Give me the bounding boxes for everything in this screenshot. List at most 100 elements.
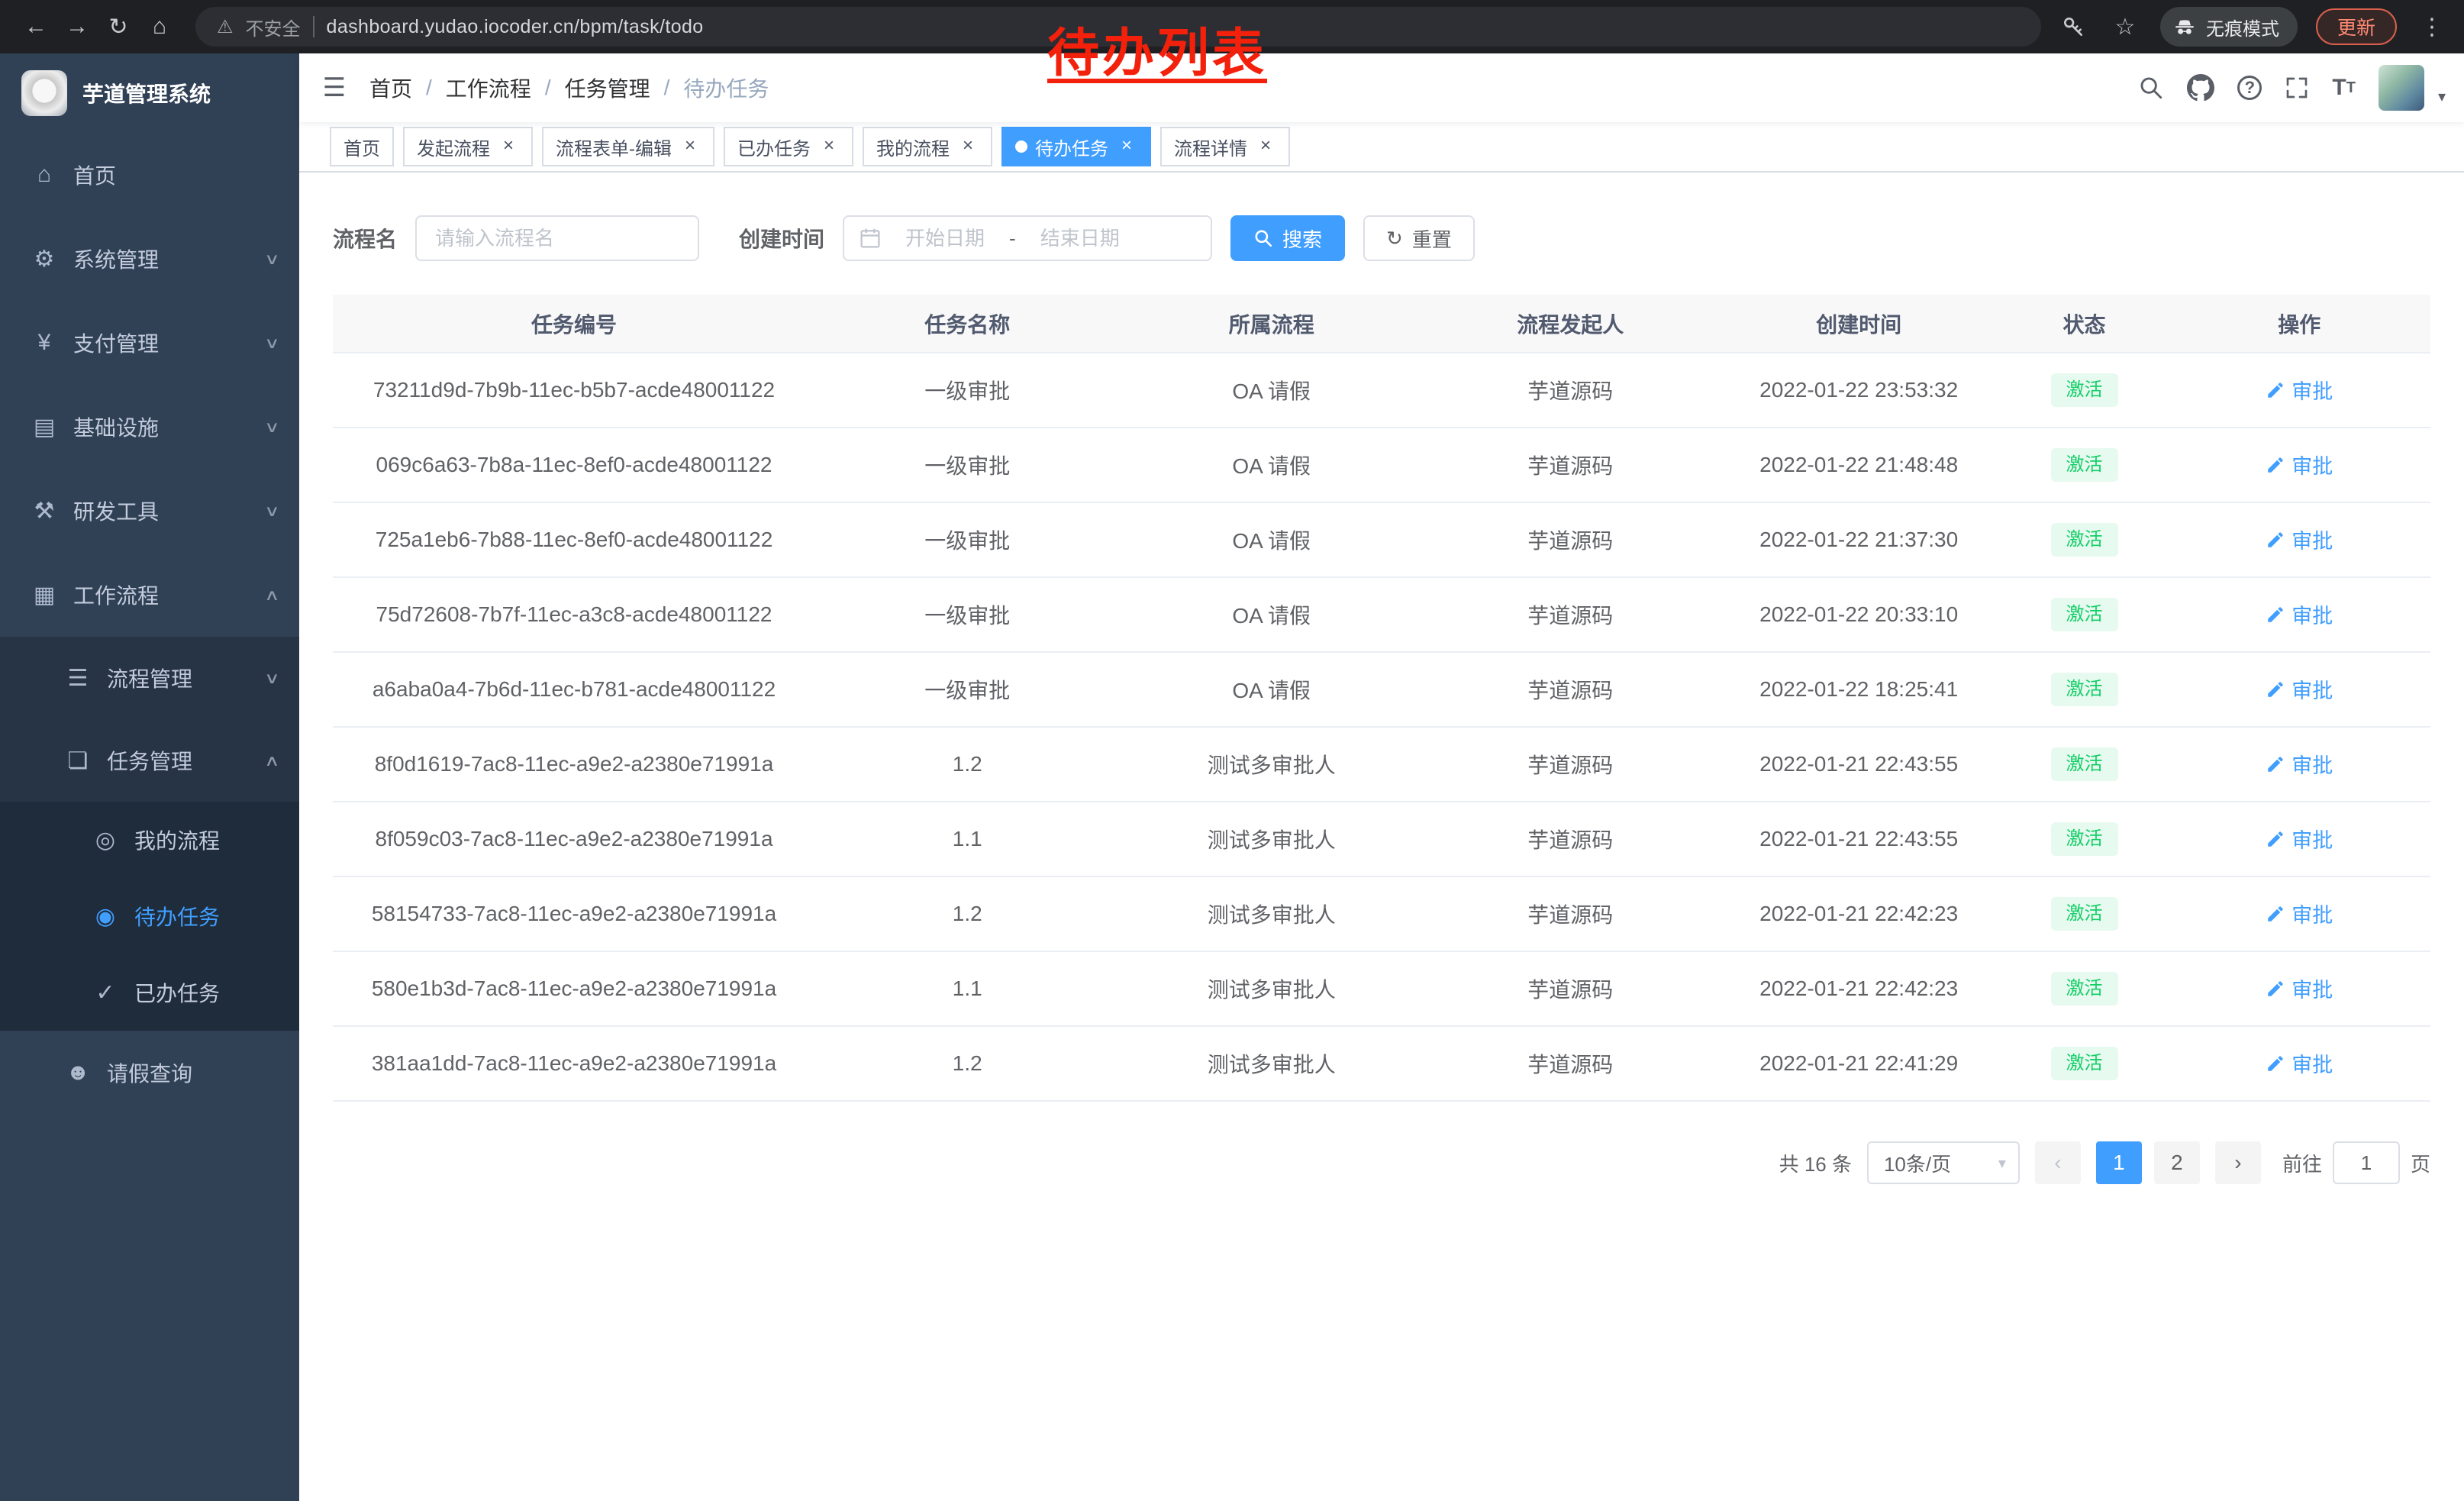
status-badge: 激活 bbox=[2051, 972, 2118, 1005]
cell-initiator: 芋道源码 bbox=[1424, 502, 1717, 577]
tab-close-icon[interactable]: × bbox=[1116, 136, 1137, 157]
sidebar-item-my-process[interactable]: ◎我的流程 bbox=[0, 802, 299, 878]
search-button[interactable]: 搜索 bbox=[1230, 215, 1345, 261]
cell-action: 审批 bbox=[2168, 876, 2430, 951]
cell-task-name: 一级审批 bbox=[815, 577, 1119, 652]
menu-dots-icon[interactable]: ⋮ bbox=[2415, 10, 2449, 44]
cell-action: 审批 bbox=[2168, 353, 2430, 428]
sidebar-item-todo[interactable]: ◉待办任务 bbox=[0, 878, 299, 954]
forward-icon[interactable]: → bbox=[56, 6, 98, 47]
cell-process: 测试多审批人 bbox=[1119, 1026, 1423, 1101]
page-size-select[interactable]: 10条/页 ▾ bbox=[1867, 1141, 2020, 1184]
sidebar-item-payment[interactable]: ¥支付管理∨ bbox=[0, 301, 299, 385]
end-date-input[interactable] bbox=[1022, 227, 1138, 250]
sidebar-item-gear[interactable]: ⚙系统管理∨ bbox=[0, 217, 299, 301]
start-date-input[interactable] bbox=[887, 227, 1003, 250]
page-button-1[interactable]: 1 bbox=[2096, 1141, 2142, 1184]
cell-process: OA 请假 bbox=[1119, 577, 1423, 652]
sidebar-item-task-mgmt[interactable]: ❏任务管理∧ bbox=[0, 719, 299, 802]
audit-link[interactable]: 审批 bbox=[2266, 824, 2333, 854]
sidebar-item-done[interactable]: ✓已办任务 bbox=[0, 954, 299, 1031]
back-icon[interactable]: ← bbox=[15, 6, 56, 47]
audit-link[interactable]: 审批 bbox=[2266, 674, 2333, 704]
cell-create-time: 2022-01-21 22:41:29 bbox=[1717, 1026, 2001, 1101]
tab-close-icon[interactable]: × bbox=[957, 136, 979, 157]
key-icon[interactable] bbox=[2056, 10, 2090, 44]
home-icon[interactable]: ⌂ bbox=[139, 6, 180, 47]
status-badge: 激活 bbox=[2051, 523, 2118, 556]
help-icon[interactable]: ? bbox=[2237, 76, 2262, 100]
sidebar-item-label: 首页 bbox=[73, 160, 278, 190]
search-icon[interactable] bbox=[2138, 75, 2164, 101]
audit-link[interactable]: 审批 bbox=[2266, 525, 2333, 554]
cell-status: 激活 bbox=[2001, 1026, 2169, 1101]
update-button[interactable]: 更新 bbox=[2316, 8, 2397, 45]
audit-link[interactable]: 审批 bbox=[2266, 1048, 2333, 1078]
sidebar-item-process-mgmt[interactable]: ☰流程管理∨ bbox=[0, 637, 299, 719]
tab-4[interactable]: 我的流程× bbox=[863, 127, 992, 166]
status-badge: 激活 bbox=[2051, 822, 2118, 855]
table-row: 73211d9d-7b9b-11ec-b5b7-acde48001122一级审批… bbox=[333, 353, 2430, 428]
audit-link[interactable]: 审批 bbox=[2266, 599, 2333, 629]
tab-6[interactable]: 流程详情× bbox=[1160, 127, 1290, 166]
tab-close-icon[interactable]: × bbox=[498, 136, 519, 157]
audit-link[interactable]: 审批 bbox=[2266, 899, 2333, 928]
audit-label: 审批 bbox=[2291, 824, 2333, 854]
goto-suffix: 页 bbox=[2411, 1149, 2430, 1177]
sidebar-item-devtools[interactable]: ⚒研发工具∨ bbox=[0, 469, 299, 553]
github-icon[interactable] bbox=[2187, 74, 2214, 102]
breadcrumb-item[interactable]: 任务管理 bbox=[565, 73, 650, 103]
my-process-icon: ◎ bbox=[92, 827, 119, 854]
cell-action: 审批 bbox=[2168, 727, 2430, 802]
tab-5[interactable]: 待办任务× bbox=[1001, 127, 1151, 166]
cell-create-time: 2022-01-22 23:53:32 bbox=[1717, 353, 2001, 428]
tab-3[interactable]: 已办任务 × bbox=[724, 127, 853, 166]
app-logo-row[interactable]: 芋道管理系统 bbox=[0, 53, 299, 133]
table-row: 8f0d1619-7ac8-11ec-a9e2-a2380e71991a1.2测… bbox=[333, 727, 2430, 802]
sidebar-item-infrastructure[interactable]: ▤基础设施∨ bbox=[0, 385, 299, 469]
tab-0[interactable]: 首页 bbox=[330, 127, 394, 166]
cell-task-id: 725a1eb6-7b88-11ec-8ef0-acde48001122 bbox=[333, 502, 815, 577]
audit-link[interactable]: 审批 bbox=[2266, 375, 2333, 405]
cell-task-name: 1.1 bbox=[815, 951, 1119, 1026]
topbar-actions: ? TT ▾ bbox=[2138, 65, 2464, 111]
reload-icon[interactable]: ↻ bbox=[98, 6, 139, 47]
sidebar-item-workflow[interactable]: ▦工作流程∧ bbox=[0, 553, 299, 637]
audit-link[interactable]: 审批 bbox=[2266, 450, 2333, 479]
star-icon[interactable]: ☆ bbox=[2108, 10, 2142, 44]
tab-close-icon[interactable]: × bbox=[818, 136, 840, 157]
cell-task-name: 一级审批 bbox=[815, 502, 1119, 577]
sidebar-item-dashboard[interactable]: ⌂首页 bbox=[0, 133, 299, 217]
column-header: 操作 bbox=[2168, 295, 2430, 353]
audit-label: 审批 bbox=[2291, 450, 2333, 479]
next-page-button[interactable]: › bbox=[2215, 1141, 2261, 1184]
chrome-right-controls: ☆ 无痕模式 更新 ⋮ bbox=[2056, 7, 2449, 47]
infrastructure-icon: ▤ bbox=[31, 414, 58, 441]
tab-label: 已办任务 bbox=[737, 134, 811, 160]
tab-1[interactable]: 发起流程× bbox=[403, 127, 533, 166]
fullscreen-icon[interactable] bbox=[2285, 76, 2309, 100]
audit-link[interactable]: 审批 bbox=[2266, 749, 2333, 779]
chevron-down-icon[interactable]: ▾ bbox=[2438, 87, 2446, 111]
breadcrumb-item[interactable]: 工作流程 bbox=[446, 73, 531, 103]
reset-button[interactable]: ↻ 重置 bbox=[1363, 215, 1475, 261]
cell-action: 审批 bbox=[2168, 951, 2430, 1026]
sidebar-item-leave-query[interactable]: ☻请假查询 bbox=[0, 1031, 299, 1115]
font-size-icon[interactable]: TT bbox=[2332, 75, 2356, 101]
process-name-input[interactable] bbox=[415, 215, 699, 261]
page-button-2[interactable]: 2 bbox=[2154, 1141, 2200, 1184]
date-range-picker[interactable]: - bbox=[843, 215, 1212, 261]
sidebar-item-label: 已办任务 bbox=[134, 977, 278, 1008]
edit-icon bbox=[2266, 605, 2285, 625]
breadcrumb-item[interactable]: 首页 bbox=[369, 73, 412, 103]
cell-process: OA 请假 bbox=[1119, 652, 1423, 727]
audit-link[interactable]: 审批 bbox=[2266, 973, 2333, 1003]
tab-close-icon[interactable]: × bbox=[1255, 136, 1276, 157]
avatar[interactable] bbox=[2379, 65, 2424, 111]
goto-page-input[interactable] bbox=[2333, 1141, 2400, 1184]
hamburger-icon[interactable]: ☰ bbox=[299, 73, 369, 103]
sidebar-item-label: 工作流程 bbox=[73, 579, 251, 610]
tab-close-icon[interactable]: × bbox=[679, 136, 701, 157]
tab-2[interactable]: 流程表单-编辑× bbox=[542, 127, 714, 166]
prev-page-button[interactable]: ‹ bbox=[2035, 1141, 2081, 1184]
